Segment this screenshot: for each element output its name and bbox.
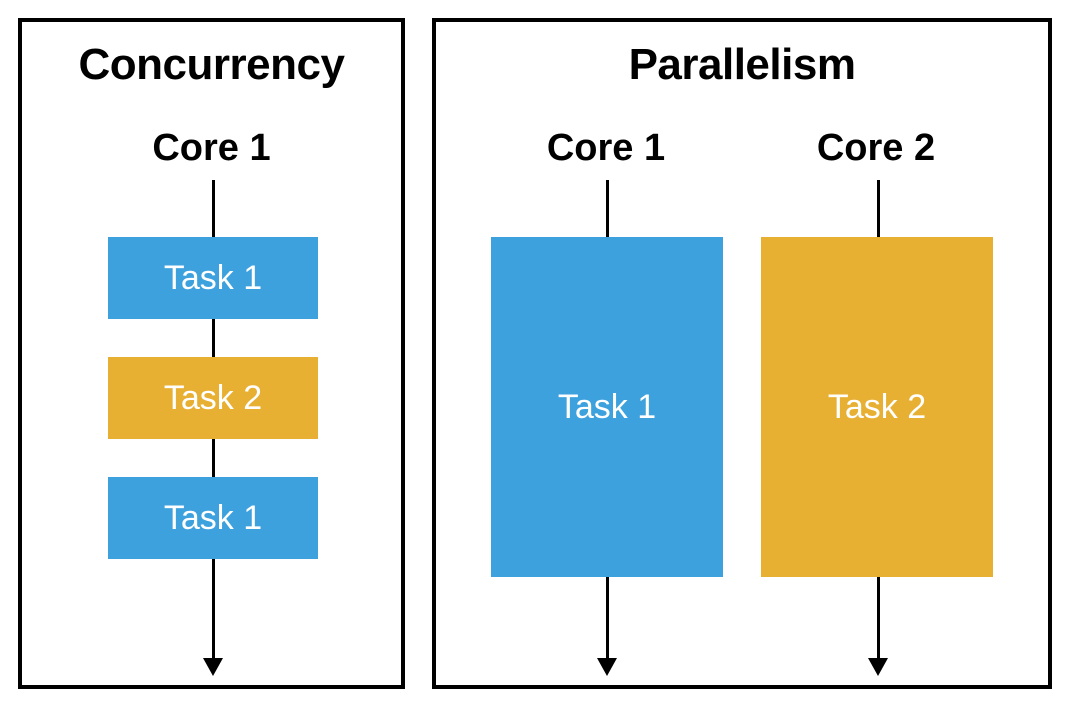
parallelism-arrow2-icon [868,658,888,676]
parallelism-arrow1-icon [597,658,617,676]
concurrency-arrow-icon [203,658,223,676]
parallelism-title: Parallelism [436,40,1048,90]
parallelism-task-2: Task 2 [761,237,993,577]
concurrency-task-1b: Task 1 [108,477,318,559]
parallelism-task-1: Task 1 [491,237,723,577]
parallelism-core1-label: Core 1 [506,127,706,170]
concurrency-title: Concurrency [22,40,401,90]
parallelism-core2-label: Core 2 [776,127,976,170]
concurrency-core-label: Core 1 [22,127,401,170]
concurrency-task-1a: Task 1 [108,237,318,319]
concurrency-panel: Concurrency Core 1 Task 1 Task 2 Task 1 [18,18,405,689]
parallelism-panel: Parallelism Core 1 Core 2 Task 1 Task 2 [432,18,1052,689]
concurrency-task-2: Task 2 [108,357,318,439]
